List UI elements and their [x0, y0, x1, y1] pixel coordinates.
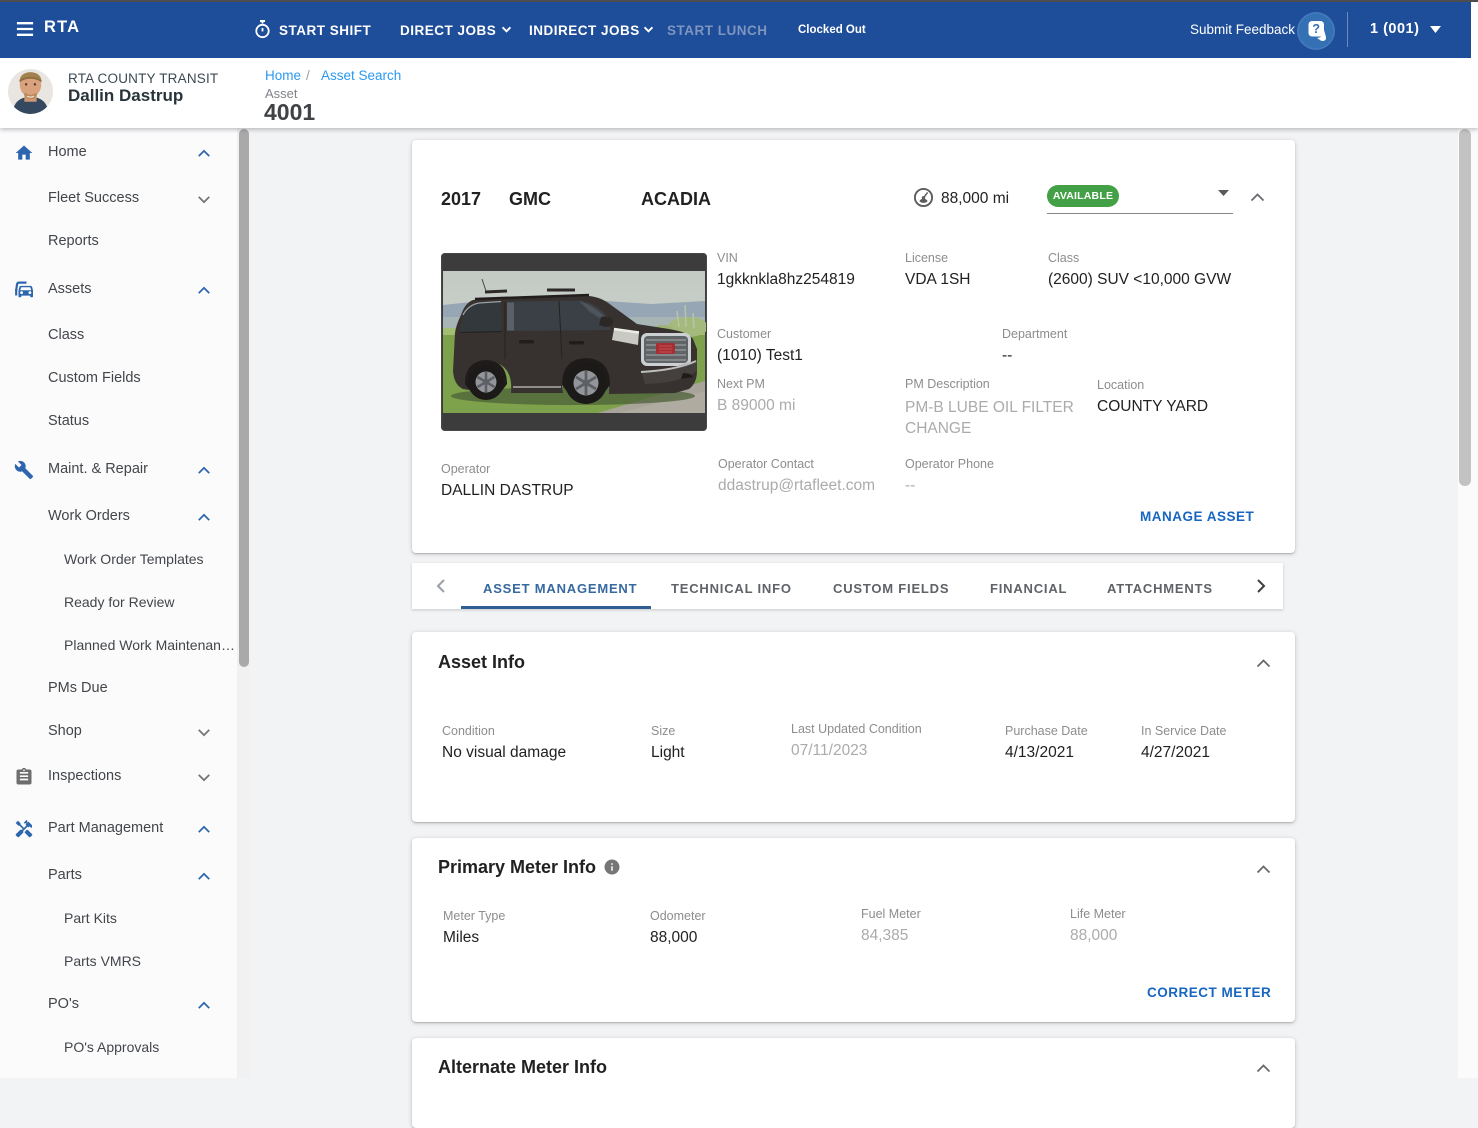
svg-text:?: ?: [1312, 22, 1320, 36]
